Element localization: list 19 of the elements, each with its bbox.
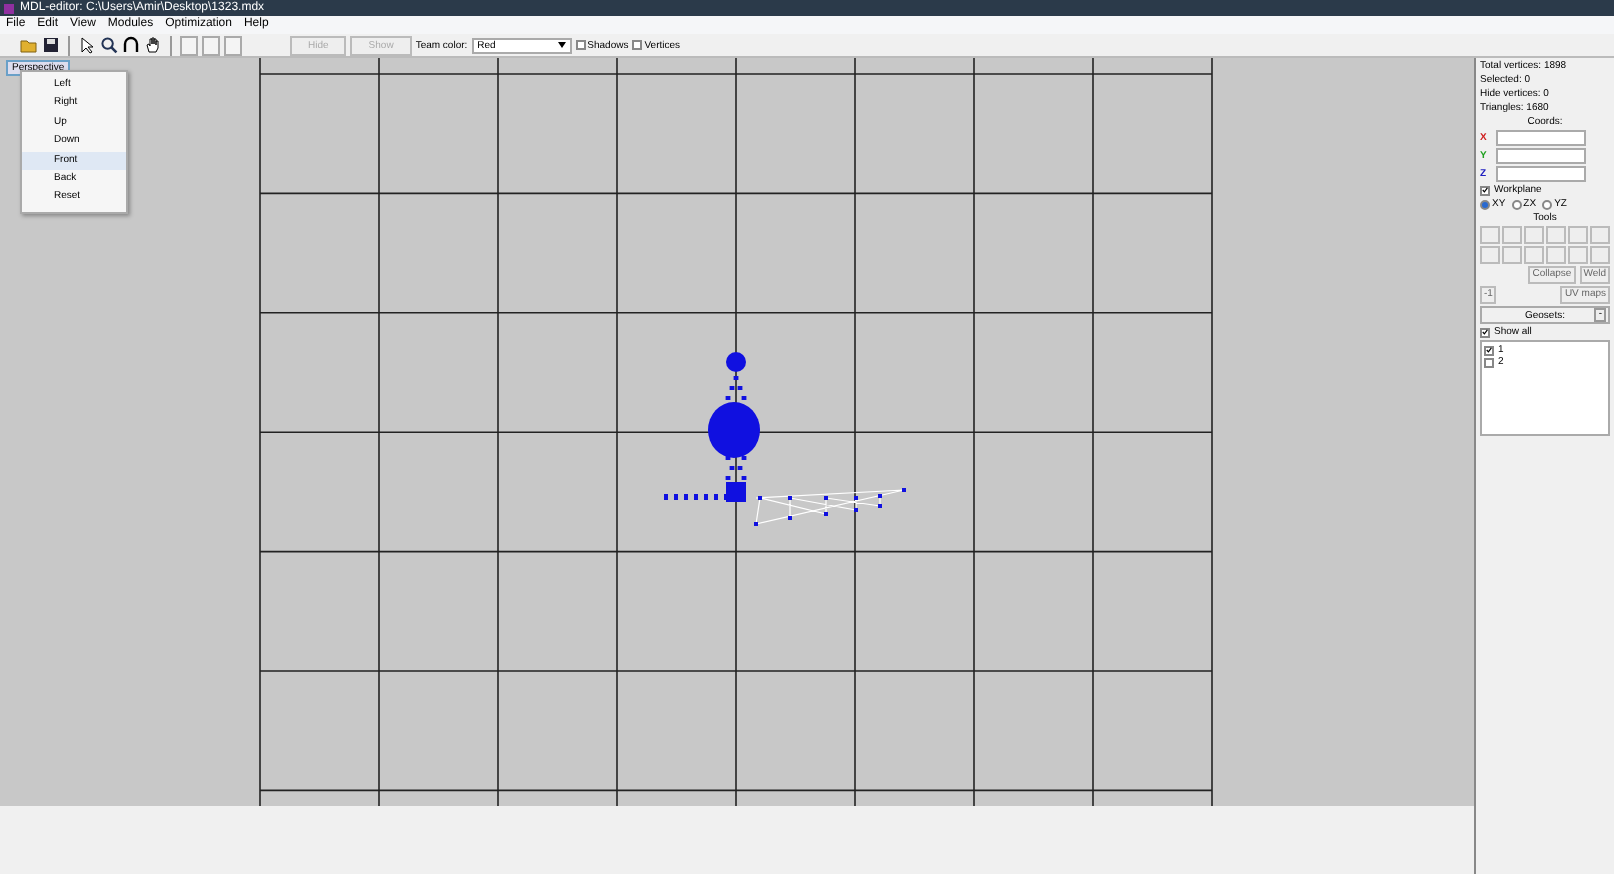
app-icon: [4, 3, 14, 13]
checkbox[interactable]: [575, 40, 586, 50]
radio-button[interactable]: [1480, 199, 1490, 209]
checkbox[interactable]: [1484, 357, 1494, 367]
save-icon[interactable]: [42, 36, 60, 54]
checkbox[interactable]: [1480, 327, 1490, 337]
radio-button[interactable]: [1511, 199, 1522, 209]
hand-icon[interactable]: [144, 36, 162, 54]
checkbox[interactable]: [1484, 345, 1494, 355]
coord-field[interactable]: [1496, 148, 1586, 164]
cursor-icon[interactable]: [78, 36, 96, 54]
coord-field[interactable]: [1496, 130, 1586, 146]
coord-field[interactable]: [1496, 166, 1586, 182]
rotate-icon[interactable]: [122, 36, 140, 54]
checkbox[interactable]: [1480, 185, 1490, 195]
zoom-icon[interactable]: [100, 36, 118, 54]
caret-icon: [557, 42, 566, 48]
radio-button[interactable]: [1542, 199, 1553, 209]
checkbox[interactable]: [632, 40, 643, 50]
